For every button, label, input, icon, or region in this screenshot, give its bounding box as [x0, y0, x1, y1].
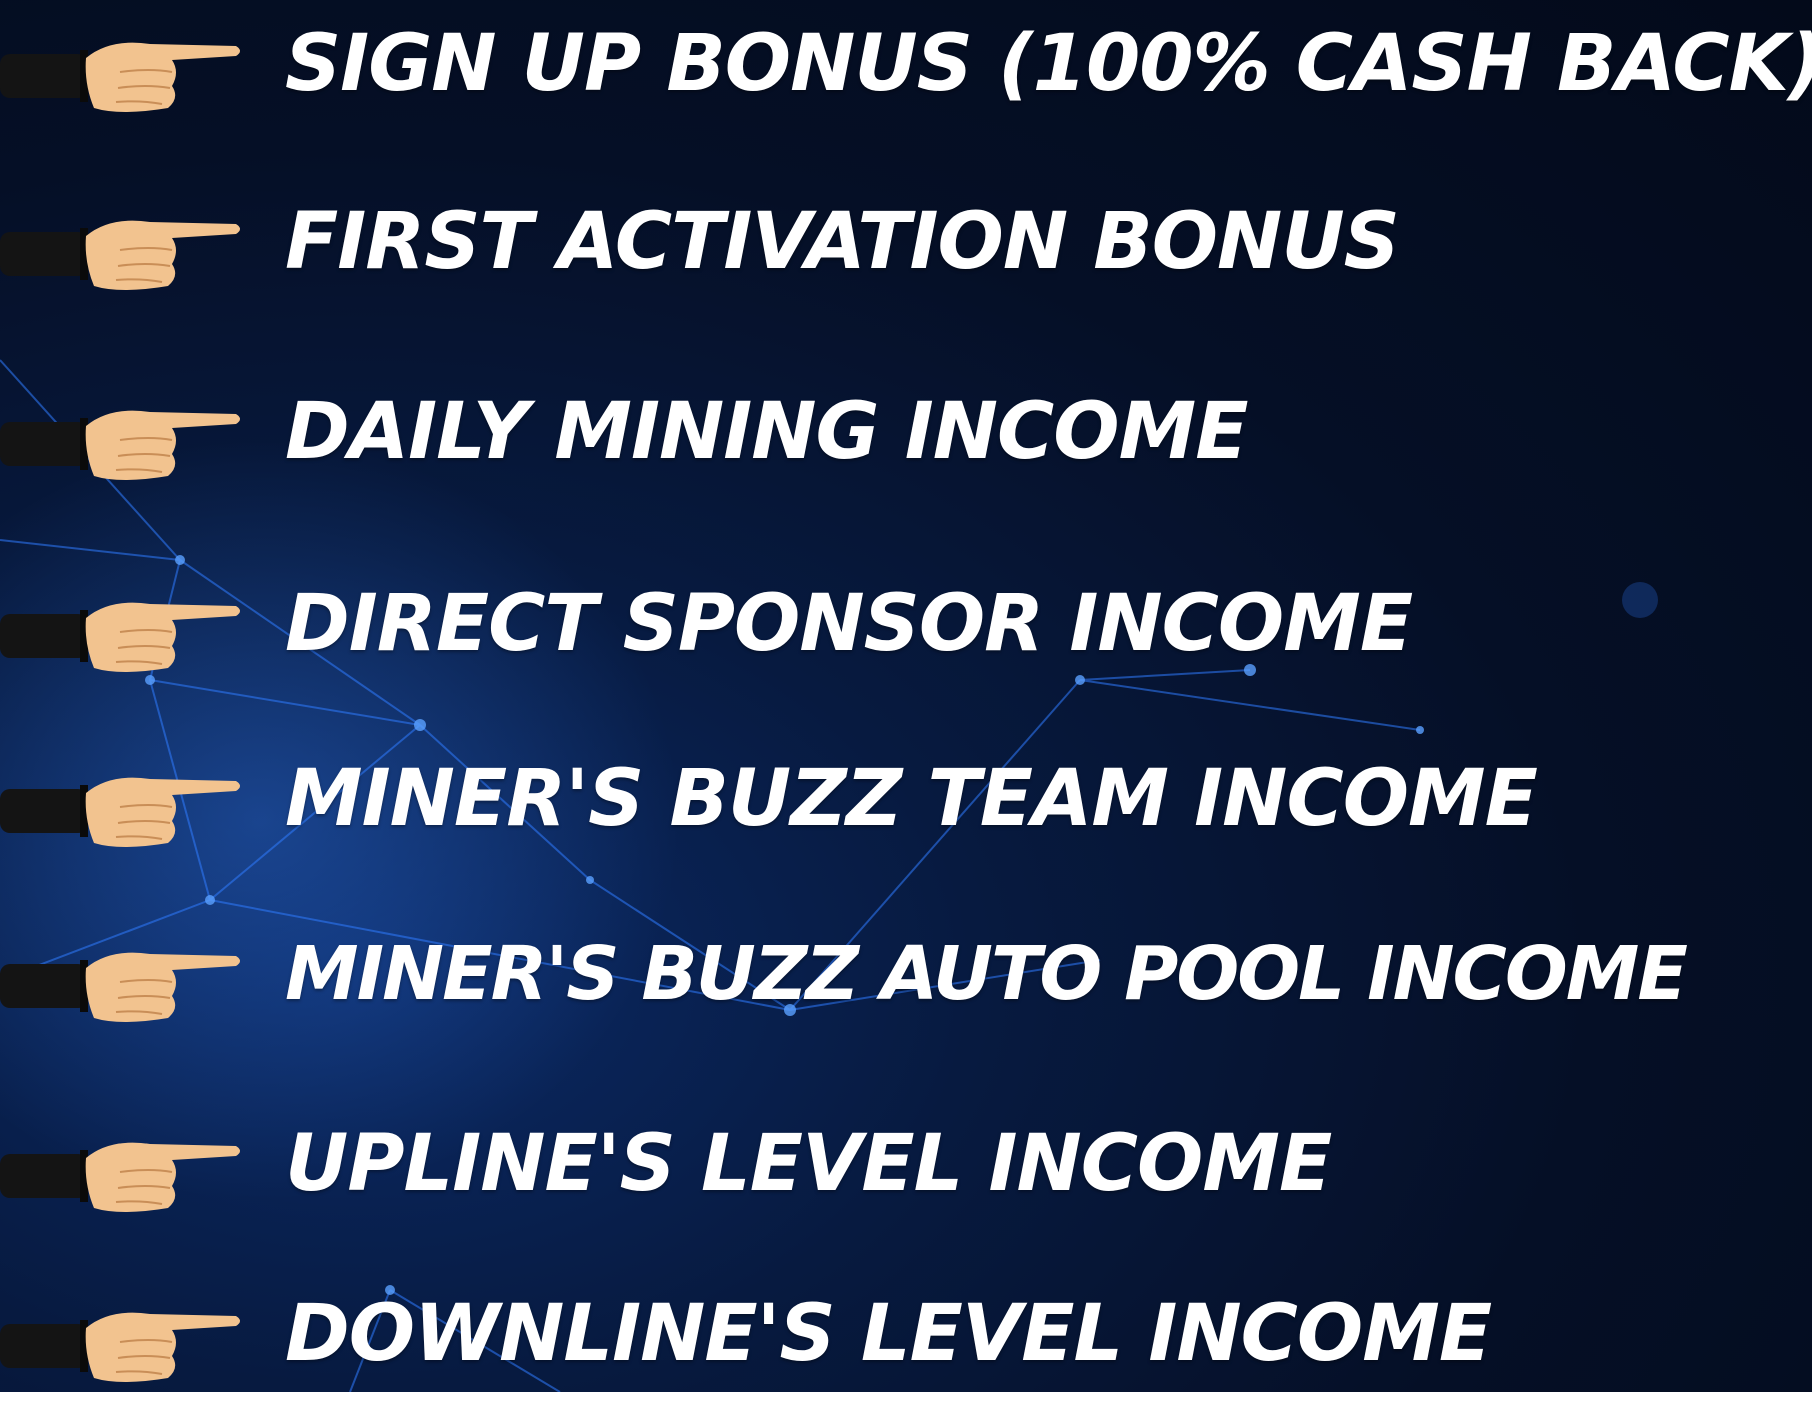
list-item: MINER'S BUZZ AUTO POOL INCOME — [0, 910, 1812, 1050]
item-label: SIGN UP BONUS (100% CASH BACK) — [285, 19, 1812, 109]
item-label: DIRECT SPONSOR INCOME — [285, 579, 1413, 669]
list-item: DOWNLINE'S LEVEL INCOME — [0, 1270, 1812, 1410]
pointing-hand-icon — [0, 202, 245, 302]
item-label: MINER'S BUZZ TEAM INCOME — [285, 754, 1538, 844]
item-label: UPLINE'S LEVEL INCOME — [285, 1119, 1332, 1209]
item-label: DOWNLINE'S LEVEL INCOME — [285, 1289, 1492, 1379]
item-label: DAILY MINING INCOME — [285, 387, 1248, 477]
pointing-hand-icon — [0, 1124, 245, 1224]
list-item: FIRST ACTIVATION BONUS — [0, 178, 1812, 318]
income-list: SIGN UP BONUS (100% CASH BACK) FIRST ACT… — [0, 0, 1812, 1392]
list-item: UPLINE'S LEVEL INCOME — [0, 1100, 1812, 1240]
pointing-hand-icon — [0, 392, 245, 492]
item-label: FIRST ACTIVATION BONUS — [285, 197, 1400, 287]
pointing-hand-icon — [0, 1294, 245, 1394]
list-item: SIGN UP BONUS (100% CASH BACK) — [0, 0, 1812, 140]
pointing-hand-icon — [0, 584, 245, 684]
pointing-hand-icon — [0, 24, 245, 124]
list-item: DIRECT SPONSOR INCOME — [0, 560, 1812, 700]
list-item: DAILY MINING INCOME — [0, 368, 1812, 508]
pointing-hand-icon — [0, 759, 245, 859]
list-item: MINER'S BUZZ TEAM INCOME — [0, 735, 1812, 875]
pointing-hand-icon — [0, 934, 245, 1034]
item-label: MINER'S BUZZ AUTO POOL INCOME — [285, 931, 1688, 1017]
